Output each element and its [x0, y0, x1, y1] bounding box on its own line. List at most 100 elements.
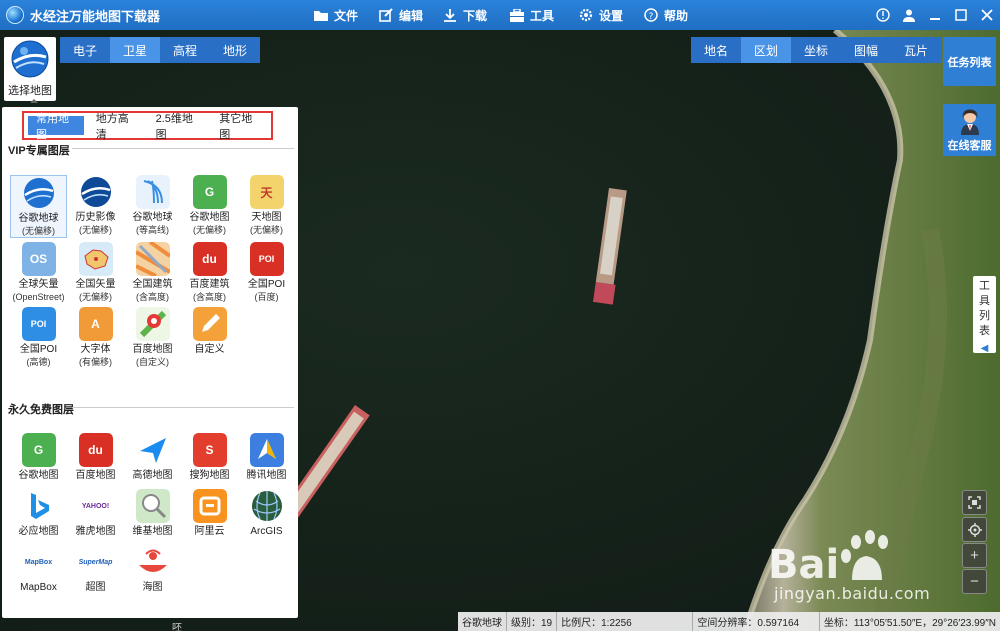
tile-sublabel: (含高度): [136, 292, 169, 302]
sea-chart-icon: [136, 545, 170, 579]
map-type-tabs: 电子 卫星 高程 地形: [60, 37, 260, 63]
map-source-tile[interactable]: ArcGIS: [238, 489, 295, 538]
panel-tabs: 常用地图 地方高清 2.5维地图 其它地图: [22, 111, 273, 141]
status-resolution: 空间分辨率：0.597164: [693, 612, 820, 631]
status-scale: 比例尺：1:2256: [557, 612, 694, 631]
map-source-tile[interactable]: 谷歌地球 (等高线): [124, 175, 181, 238]
tab-satellite[interactable]: 卫星: [110, 37, 160, 63]
tile-label: 大字体: [80, 344, 111, 355]
tools-list-char: 工: [979, 280, 990, 292]
tile-label: 全球矢量: [18, 279, 59, 290]
custom-pencil-icon: [192, 307, 227, 341]
tile-sublabel: (有偏移): [79, 357, 112, 367]
user-icon[interactable]: [896, 0, 922, 30]
bottom-marker-text: 呸: [172, 623, 182, 631]
layer-boundaries[interactable]: 区划: [741, 37, 791, 63]
menu-help[interactable]: ? 帮助: [644, 0, 704, 30]
map-source-tile[interactable]: du 百度地图: [67, 433, 124, 482]
map-source-tile[interactable]: G 谷歌地图: [10, 433, 67, 482]
map-source-tile[interactable]: 阿里云: [181, 489, 238, 538]
select-map-button[interactable]: 选择地图: [4, 37, 56, 103]
map-source-tile[interactable]: OS 全球矢量 (OpenStreet): [10, 242, 67, 303]
map-source-tile[interactable]: 谷歌地球 (无偏移): [10, 175, 67, 238]
tab-2-5d-maps[interactable]: 2.5维地图: [148, 113, 208, 141]
tab-elevation[interactable]: 高程: [160, 37, 210, 63]
layer-coordinates[interactable]: 坐标: [791, 37, 841, 63]
tencent-maps-icon: [249, 433, 284, 467]
map-source-tile[interactable]: S 搜狗地图: [181, 433, 238, 482]
tile-label: 全国POI: [19, 344, 58, 355]
tile-label: 维基地图: [132, 526, 173, 537]
online-support-label: 在线客服: [947, 140, 992, 152]
tab-common-maps[interactable]: 常用地图: [28, 113, 84, 141]
zoom-in-icon[interactable]: +: [962, 543, 987, 568]
map-source-tile[interactable]: 自定义: [181, 307, 238, 368]
map-source-tile[interactable]: 历史影像 (无偏移): [67, 175, 124, 238]
china-vector-icon: [78, 242, 113, 276]
main-menu: 文件 编辑 下载 工具 设置 ? 帮助: [310, 0, 704, 30]
map-source-tile[interactable]: 百度地图 (自定义): [124, 307, 181, 368]
map-source-tile[interactable]: A 大字体 (有偏移): [67, 307, 124, 368]
map-source-tile[interactable]: 海图: [124, 545, 181, 594]
minimize-icon[interactable]: [922, 0, 948, 30]
zoom-out-icon[interactable]: −: [962, 569, 987, 594]
map-source-tile[interactable]: POI 全国POI (高德): [10, 307, 67, 368]
watermark-url: jingyan.baidu.com: [774, 584, 931, 603]
barge-1: [592, 188, 627, 305]
menu-download[interactable]: 下载: [443, 0, 510, 30]
menu-tools-label: 工具: [530, 8, 555, 23]
map-source-tile[interactable]: 全国建筑 (含高度): [124, 242, 181, 303]
poi-baidu-icon: POI: [249, 242, 284, 276]
map-source-tile[interactable]: MapBox MapBox: [10, 545, 67, 594]
edit-icon: [379, 8, 393, 22]
tab-terrain[interactable]: 地形: [210, 37, 260, 63]
tile-sublabel: (高德): [26, 357, 51, 367]
map-source-tile[interactable]: du 百度建筑 (含高度): [181, 242, 238, 303]
tianditu-icon: 天: [249, 175, 284, 209]
menu-file[interactable]: 文件: [314, 0, 379, 30]
tab-other-maps[interactable]: 其它地图: [211, 113, 267, 141]
menu-download-label: 下载: [463, 8, 488, 23]
app-title: 水经注万能地图下载器: [30, 8, 161, 24]
tile-sublabel: (无偏移): [193, 225, 226, 235]
tab-electronic[interactable]: 电子: [60, 37, 110, 63]
layer-map-sheets[interactable]: 图幅: [841, 37, 891, 63]
tile-sublabel: (无偏移): [79, 292, 112, 302]
free-layer-grid: G 谷歌地图 du 百度地图 高德地图 S 搜狗地图 腾讯地图必应地图 YAHOO! 雅虎地图 维基…: [10, 433, 295, 594]
tile-label: 谷歌地图: [189, 212, 230, 223]
baidu-maps-icon: du: [78, 433, 113, 467]
menu-edit[interactable]: 编辑: [379, 0, 443, 30]
menu-settings[interactable]: 设置: [579, 0, 644, 30]
menu-edit-label: 编辑: [399, 8, 424, 23]
fullscreen-icon[interactable]: [962, 490, 987, 515]
menu-tools[interactable]: 工具: [510, 0, 579, 30]
info-icon[interactable]: [870, 0, 896, 30]
map-source-tile[interactable]: 全国矢量 (无偏移): [67, 242, 124, 303]
tile-label: 百度地图: [132, 344, 173, 355]
contour-icon: [135, 175, 170, 209]
close-icon[interactable]: [974, 0, 1000, 30]
maximize-icon[interactable]: [948, 0, 974, 30]
status-level: 级别：19: [507, 612, 558, 631]
layer-place-names[interactable]: 地名: [691, 37, 741, 63]
map-source-tile[interactable]: 高德地图: [124, 433, 181, 482]
online-support-button[interactable]: 在线客服: [943, 104, 996, 156]
layer-tiles[interactable]: 瓦片: [891, 37, 941, 63]
tab-local-hd[interactable]: 地方高清: [88, 113, 144, 141]
map-source-tile[interactable]: 必应地图: [10, 489, 67, 538]
map-source-tile[interactable]: G 谷歌地图 (无偏移): [181, 175, 238, 238]
map-source-tile[interactable]: YAHOO! 雅虎地图: [67, 489, 124, 538]
divider: [72, 407, 294, 408]
wiki-maps-icon: [135, 489, 170, 523]
tile-label: ArcGIS: [250, 526, 283, 537]
map-source-tile[interactable]: POI 全国POI (百度): [238, 242, 295, 303]
tools-list-toggle[interactable]: 工 具 列 表 ◀: [973, 276, 996, 354]
map-source-tile[interactable]: 腾讯地图: [238, 433, 295, 482]
locate-icon[interactable]: [962, 517, 987, 542]
map-source-tile[interactable]: 天天地图 (无偏移): [238, 175, 295, 238]
tile-label: 必应地图: [18, 526, 59, 537]
map-source-tile[interactable]: SuperMap 超图: [67, 545, 124, 594]
tile-label: 谷歌地图: [18, 470, 59, 481]
map-source-tile[interactable]: 维基地图: [124, 489, 181, 538]
task-list-button[interactable]: 任务列表: [943, 37, 996, 86]
